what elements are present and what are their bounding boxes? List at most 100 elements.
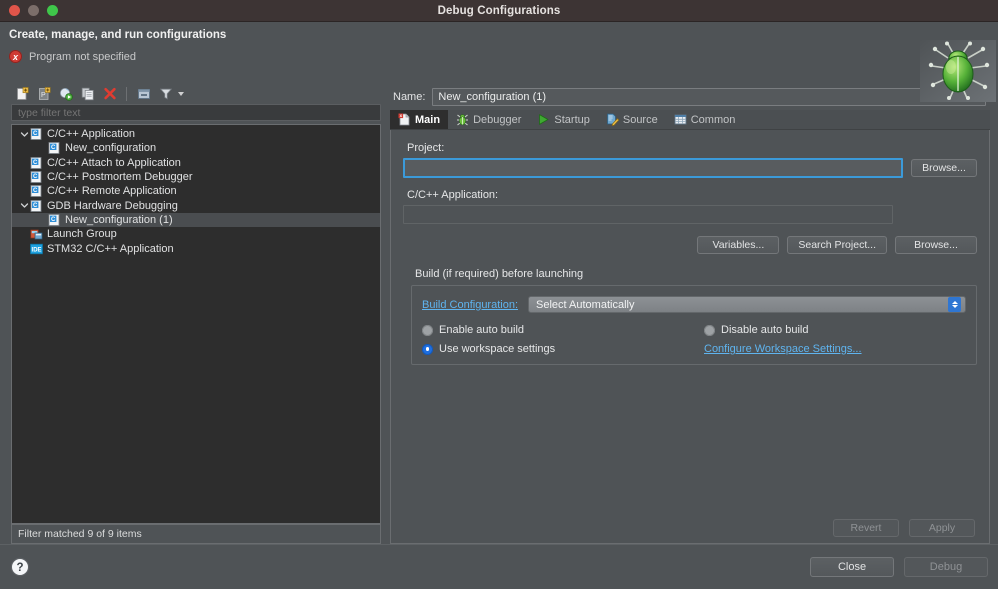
tab-label: Main (415, 114, 440, 126)
c-file-icon: C (48, 142, 61, 154)
duplicate-icon[interactable] (78, 85, 97, 103)
tree-item-label: New_configuration (1) (65, 214, 173, 226)
svg-text:C: C (51, 217, 56, 223)
svg-text:C: C (51, 145, 56, 151)
filter-icon[interactable] (156, 85, 175, 103)
export-launch-configuration-icon[interactable] (56, 85, 75, 103)
green-bug-icon (920, 40, 996, 102)
radio-enable-auto-build-label: Enable auto build (439, 324, 524, 336)
window-titlebar: Debug Configurations (0, 0, 998, 22)
startup-play-icon (537, 113, 550, 126)
project-label: Project: (407, 142, 977, 154)
radio-disable-auto-build[interactable]: Disable auto build (704, 324, 966, 336)
svg-text:C: C (33, 188, 38, 194)
radio-use-workspace-settings[interactable]: Use workspace settings (422, 343, 704, 355)
configurations-tree[interactable]: CC/C++ ApplicationCNew_configurationCC/C… (11, 124, 381, 524)
dialog-footer: ? Close Debug (0, 545, 998, 589)
svg-text:C: C (33, 174, 38, 180)
tab-source[interactable]: Source (598, 110, 666, 129)
tree-item[interactable]: C C/C++ Remote Application (12, 184, 380, 198)
tree-item[interactable]: Launch Group (12, 227, 380, 241)
stepper-icon[interactable] (948, 297, 961, 312)
revert-button[interactable]: Revert (833, 519, 899, 537)
svg-text:?: ? (16, 562, 23, 574)
radio-button-icon[interactable] (422, 325, 433, 336)
error-x-icon: x (9, 50, 22, 63)
tree-item[interactable]: C New_configuration (1) (12, 213, 380, 227)
build-configuration-select[interactable]: Select Automatically (528, 296, 966, 313)
ide-icon: IDE (30, 243, 43, 255)
tab-main[interactable]: xMain (390, 110, 448, 129)
application-row (403, 205, 977, 224)
build-configuration-link[interactable]: Build Configuration: (422, 299, 518, 311)
build-configuration-selected-value: Select Automatically (536, 299, 948, 311)
tree-item-label: C/C++ Remote Application (47, 185, 177, 197)
tab-common[interactable]: Common (666, 110, 744, 129)
launch-group-icon (30, 228, 43, 240)
app-button-variables[interactable]: Variables... (697, 236, 779, 254)
project-row: Browse... (403, 158, 977, 178)
radio-disable-auto-build-label: Disable auto build (721, 324, 808, 336)
help-question-icon[interactable]: ? (10, 557, 30, 577)
build-configuration-row: Build Configuration: Select Automaticall… (422, 296, 966, 313)
configuration-name-input[interactable] (432, 88, 986, 106)
close-button[interactable]: Close (810, 557, 894, 577)
project-browse-button[interactable]: Browse... (911, 159, 977, 177)
common-table-icon (674, 113, 687, 126)
c-file-icon: C (30, 185, 43, 197)
configure-workspace-settings-link[interactable]: Configure Workspace Settings... (704, 343, 862, 355)
project-input[interactable] (403, 158, 903, 178)
radio-button-icon[interactable] (704, 325, 715, 336)
page-title: Create, manage, and run configurations (9, 29, 988, 41)
svg-text:P: P (41, 92, 46, 99)
chevron-down-icon[interactable] (178, 92, 184, 96)
radio-use-workspace-settings-label: Use workspace settings (439, 343, 555, 355)
build-group-box: Build Configuration: Select Automaticall… (411, 285, 977, 365)
chevron-down-icon[interactable] (18, 130, 30, 139)
tab-debugger[interactable]: Debugger (448, 110, 529, 129)
build-group-label: Build (if required) before launching (415, 268, 977, 280)
status-message: x Program not specified (9, 50, 988, 63)
apply-button[interactable]: Apply (909, 519, 975, 537)
svg-text:C: C (33, 203, 38, 209)
tab-bar: xMain Debugger Startup Source Common (390, 110, 990, 130)
footer-buttons: Close Debug (810, 557, 988, 577)
chevron-down-icon[interactable] (18, 201, 30, 210)
tree-item-label: C/C++ Attach to Application (47, 157, 181, 169)
new-prototype-icon[interactable]: P (34, 85, 53, 103)
tree-item[interactable]: CC/C++ Application (12, 127, 380, 141)
app-button-searchproject[interactable]: Search Project... (787, 236, 887, 254)
app-button-browse[interactable]: Browse... (895, 236, 977, 254)
radio-button-selected-icon[interactable] (422, 344, 433, 355)
c-file-icon: C (30, 157, 43, 169)
filter-input-wrapper (8, 104, 384, 124)
application-label: C/C++ Application: (407, 189, 977, 201)
c-file-icon: C (30, 171, 43, 183)
tree-item[interactable]: IDESTM32 C/C++ Application (12, 241, 380, 255)
status-message-text: Program not specified (29, 51, 136, 63)
name-label: Name: (393, 91, 425, 103)
configuration-editor-panel: Name: xMain Debugger Startup Source Common P… (390, 84, 990, 544)
tab-label: Startup (554, 114, 589, 126)
radio-enable-auto-build[interactable]: Enable auto build (422, 324, 704, 336)
svg-text:C: C (33, 131, 38, 137)
new-launch-configuration-icon[interactable] (12, 85, 31, 103)
tree-item[interactable]: C C/C++ Attach to Application (12, 156, 380, 170)
tree-item[interactable]: CNew_configuration (12, 141, 380, 155)
c-file-icon: C (30, 128, 43, 140)
configurations-toolbar: P (8, 84, 384, 104)
debug-button[interactable]: Debug (904, 557, 988, 577)
filter-input[interactable] (11, 104, 381, 121)
tab-label: Debugger (473, 114, 521, 126)
application-buttons-row: Variables... Search Project... Browse... (403, 236, 977, 254)
tab-label: Source (623, 114, 658, 126)
delete-icon[interactable] (100, 85, 119, 103)
tree-item[interactable]: CC/C++ Postmortem Debugger (12, 170, 380, 184)
tree-item[interactable]: CGDB Hardware Debugging (12, 198, 380, 212)
main-tab-panel: Project: Browse... C/C++ Application: Va… (390, 130, 990, 544)
tab-startup[interactable]: Startup (529, 110, 597, 129)
collapse-all-icon[interactable] (134, 85, 153, 103)
c-file-icon: C (48, 214, 61, 226)
debugger-bug-icon (456, 113, 469, 126)
application-input[interactable] (403, 205, 893, 224)
